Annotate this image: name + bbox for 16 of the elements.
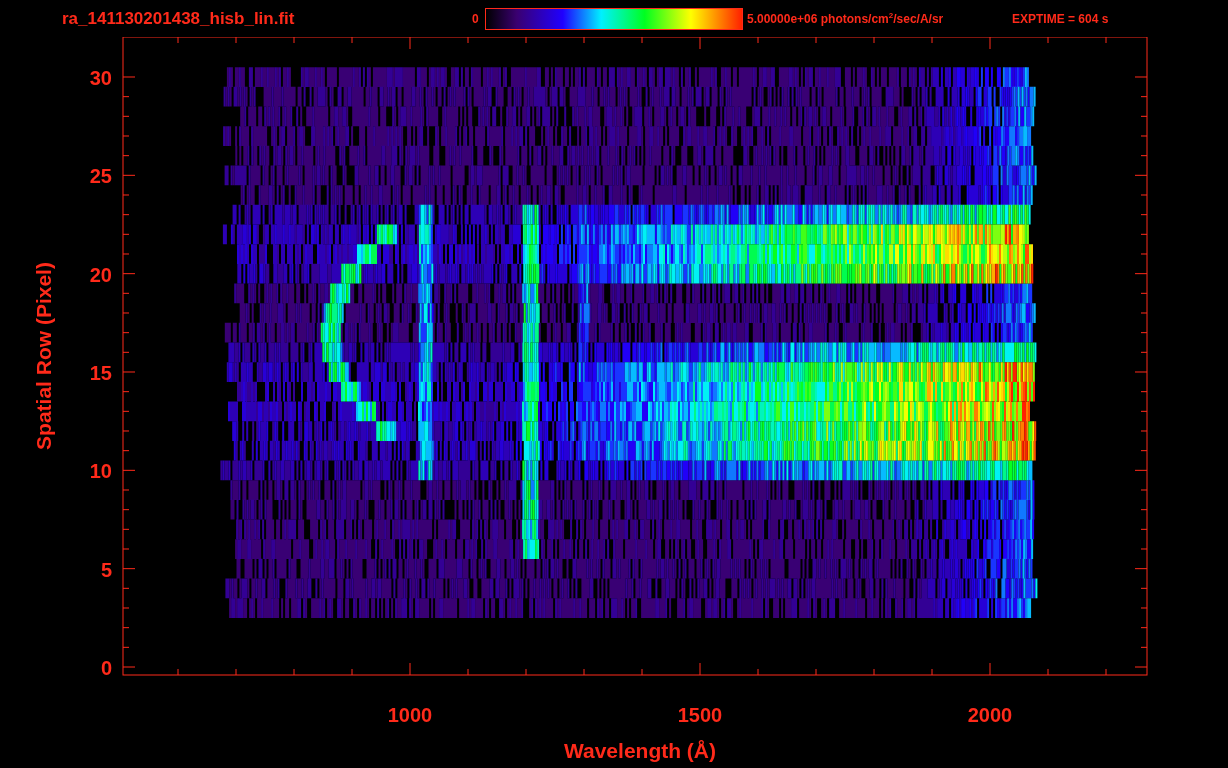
y-tick-label: 15 (89, 362, 112, 384)
x-tick-label: 2000 (967, 704, 1013, 726)
y-tick-label: 10 (89, 460, 112, 483)
exposure-time-label: EXPTIME = 604 s (1012, 11, 1109, 26)
y-tick-label: 5 (100, 558, 112, 581)
y-tick-label: 25 (89, 165, 112, 188)
y-axis-label: Spatial Row (Pixel) (32, 262, 55, 450)
y-tick-label: 30 (89, 67, 112, 89)
x-axis-label: Wavelength (Å) (563, 739, 717, 762)
x-tick-label: 1000 (387, 704, 433, 726)
x-tick-label: 1500 (677, 704, 723, 726)
y-tick-label: 0 (100, 657, 112, 679)
y-tick-label: 20 (89, 263, 112, 286)
colorbar-min-label: 0 (472, 11, 480, 26)
file-name-title: ra_141130201438_hisb_lin.fit (62, 8, 296, 29)
colorbar-max-label: 5.00000e+06 photons/cm$^{2}$/sec/A/sr (747, 11, 945, 26)
